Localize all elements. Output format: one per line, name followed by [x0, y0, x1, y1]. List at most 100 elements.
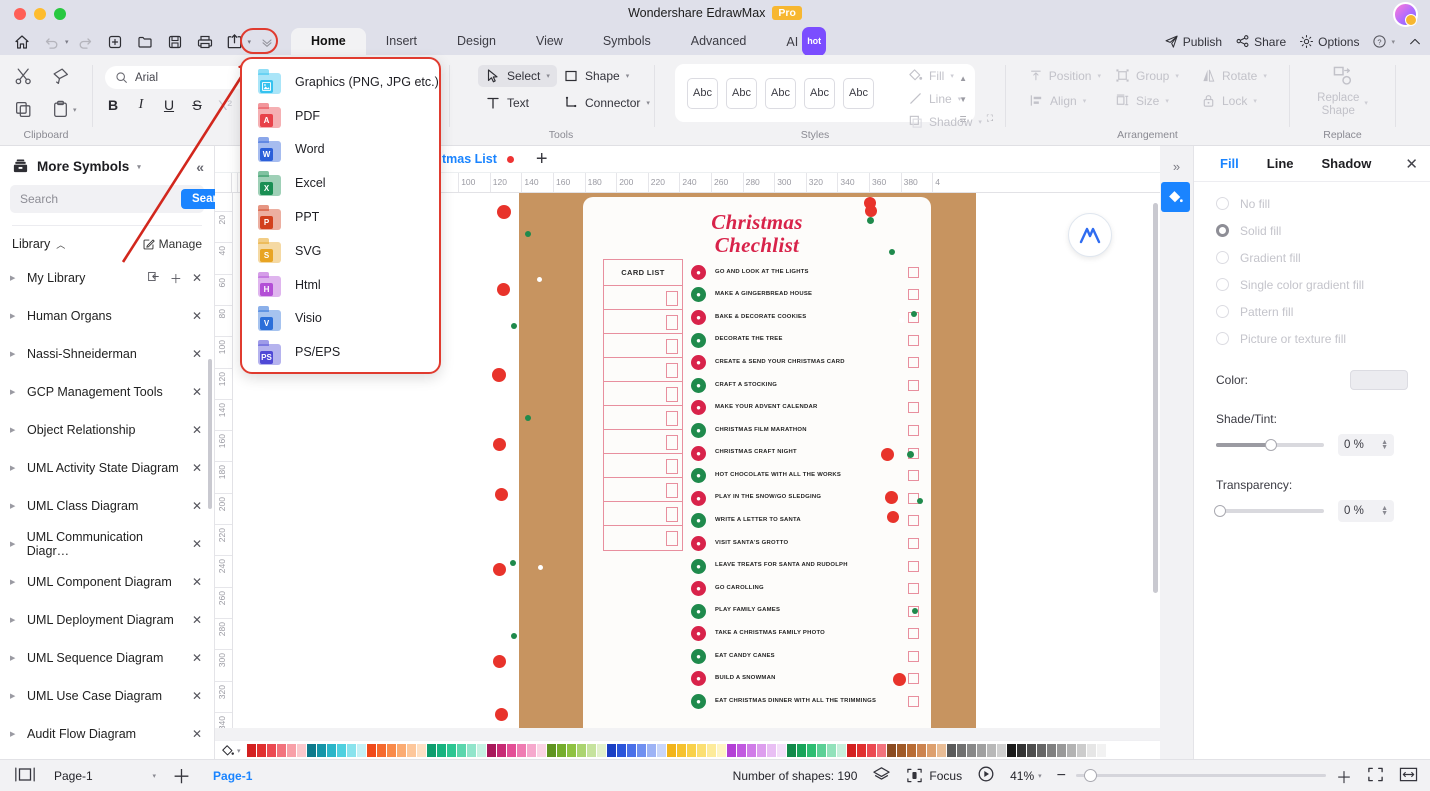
checklist-item-checkbox[interactable] — [908, 357, 919, 369]
palette-swatch[interactable] — [996, 744, 1006, 757]
shade-tint-slider-knob[interactable] — [1265, 439, 1277, 451]
transparency-slider[interactable] — [1214, 505, 1324, 517]
underline-button[interactable]: U — [161, 97, 177, 113]
sidebar-collapse-icon[interactable]: « — [196, 159, 204, 175]
palette-swatch[interactable] — [316, 744, 326, 757]
card-list-row[interactable] — [604, 358, 682, 382]
chevron-right-icon[interactable]: ▶ — [10, 464, 19, 472]
palette-swatch[interactable] — [886, 744, 896, 757]
export-menu-item[interactable]: W Word — [242, 133, 439, 167]
paste-icon[interactable]: ▾ — [51, 100, 77, 119]
checklist-item[interactable]: ● VISIT SANTA'S GROTTO — [691, 532, 919, 555]
connector-tool-caret[interactable]: ▾ — [646, 99, 650, 107]
palette-swatch[interactable] — [356, 744, 366, 757]
new-document-tab-button[interactable]: + — [528, 148, 556, 171]
close-library-icon[interactable]: ✕ — [192, 689, 202, 703]
palette-swatch[interactable] — [596, 744, 606, 757]
fill-option-solid-fill[interactable]: Solid fill — [1194, 217, 1430, 244]
connector-tool-button[interactable]: Connector ▾ — [556, 92, 657, 114]
style-preview[interactable]: Abc — [804, 77, 835, 109]
palette-swatch[interactable] — [576, 744, 586, 757]
checklist-item-checkbox[interactable] — [908, 266, 919, 278]
document-tab[interactable]: tmas List — [428, 146, 528, 173]
library-collapse-icon[interactable]: ︿ — [56, 238, 65, 251]
shape-tool-caret[interactable]: ▾ — [626, 72, 630, 80]
tab-advanced[interactable]: Advanced — [671, 28, 767, 55]
sidebar-item-uml-sequence-diagram[interactable]: ▶ UML Sequence Diagram ✕ — [0, 639, 214, 677]
select-tool-caret[interactable]: ▾ — [546, 72, 550, 80]
close-library-icon[interactable]: ✕ — [192, 423, 202, 437]
layers-icon[interactable] — [872, 765, 891, 787]
export-menu-item[interactable]: H Html — [242, 268, 439, 302]
sidebar-item-uml-communication-diagram[interactable]: ▶ UML Communication Diagr… ✕ — [0, 525, 214, 563]
palette-swatch[interactable] — [706, 744, 716, 757]
checklist-item[interactable]: ● CHRISTMAS FILM MARATHON — [691, 419, 919, 442]
sidebar-item-gcp-management-tools[interactable]: ▶ GCP Management Tools ✕ — [0, 373, 214, 411]
card-list-row[interactable] — [604, 382, 682, 406]
checklist-item-checkbox[interactable] — [908, 289, 919, 301]
palette-swatch[interactable] — [516, 744, 526, 757]
palette-swatch[interactable] — [546, 744, 556, 757]
align-caret[interactable]: ▾ — [1083, 97, 1087, 105]
card-list-row[interactable] — [604, 526, 682, 550]
group-button[interactable]: Group ▾ — [1108, 65, 1194, 86]
sidebar-header[interactable]: More Symbols ▾ « — [0, 146, 214, 185]
radio-pattern-fill[interactable] — [1216, 305, 1229, 318]
chevron-right-icon[interactable]: ▶ — [10, 274, 19, 282]
sidebar-item-audit-flow-diagram[interactable]: ▶ Audit Flow Diagram ✕ — [0, 715, 214, 753]
palette-fill-dropdown[interactable]: ▾ — [217, 744, 247, 758]
styles-expander[interactable]: ⛶ — [987, 113, 993, 124]
checklist-item[interactable]: ● TAKE A CHRISTMAS FAMILY PHOTO — [691, 623, 919, 646]
palette-swatch[interactable] — [496, 744, 506, 757]
tab-insert[interactable]: Insert — [366, 28, 437, 55]
canvas-vertical-scrollbar[interactable] — [1153, 203, 1158, 593]
expand-panel-icon[interactable]: » — [1160, 152, 1193, 180]
position-button[interactable]: Position ▾ — [1022, 65, 1108, 86]
checklist-item-checkbox[interactable] — [908, 560, 919, 572]
checklist-item[interactable]: ● DECORATE THE TREE — [691, 329, 919, 352]
palette-swatch[interactable] — [1016, 744, 1026, 757]
position-caret[interactable]: ▾ — [1097, 72, 1101, 80]
presentation-button[interactable] — [977, 765, 995, 786]
card-list-checkbox[interactable] — [666, 483, 678, 498]
sidebar-item-uml-deployment-diagram[interactable]: ▶ UML Deployment Diagram ✕ — [0, 601, 214, 639]
tab-fill[interactable]: Fill — [1206, 156, 1253, 171]
checklist-item-checkbox[interactable] — [908, 628, 919, 640]
palette-swatch[interactable] — [1066, 744, 1076, 757]
palette-swatch[interactable] — [736, 744, 746, 757]
tab-symbols[interactable]: Symbols — [583, 28, 671, 55]
palette-swatch[interactable] — [396, 744, 406, 757]
size-button[interactable]: Size ▾ — [1108, 90, 1194, 111]
style-preview[interactable]: Abc — [765, 77, 796, 109]
palette-swatch[interactable] — [676, 744, 686, 757]
palette-swatch[interactable] — [916, 744, 926, 757]
palette-swatch[interactable] — [336, 744, 346, 757]
palette-swatch[interactable] — [256, 744, 266, 757]
card-list-checkbox[interactable] — [666, 411, 678, 426]
transparency-stepper[interactable]: ▲ ▼ — [1381, 505, 1388, 517]
palette-swatch[interactable] — [696, 744, 706, 757]
sidebar-item-nassi-shneiderman[interactable]: ▶ Nassi-Shneiderman ✕ — [0, 335, 214, 373]
sidebar-item-uml-use-case-diagram[interactable]: ▶ UML Use Case Diagram ✕ — [0, 677, 214, 715]
palette-swatch[interactable] — [896, 744, 906, 757]
palette-swatch[interactable] — [716, 744, 726, 757]
close-library-icon[interactable]: ✕ — [192, 575, 202, 589]
palette-swatch[interactable] — [266, 744, 276, 757]
format-painter-icon[interactable] — [51, 67, 70, 86]
fit-page-button[interactable] — [1367, 766, 1384, 786]
sidebar-scrollbar[interactable] — [208, 359, 212, 509]
card-list-row[interactable] — [604, 454, 682, 478]
palette-swatch[interactable] — [986, 744, 996, 757]
checklist-item[interactable]: ● MAKE YOUR ADVENT CALENDAR — [691, 397, 919, 420]
fill-option-no-fill[interactable]: No fill — [1194, 190, 1430, 217]
export-menu-item[interactable]: A PDF — [242, 99, 439, 133]
fill-tool-strip-button[interactable] — [1161, 182, 1190, 212]
checklist-item-checkbox[interactable] — [908, 650, 919, 662]
shape-tool-button[interactable]: Shape ▾ — [556, 65, 657, 87]
palette-swatch[interactable] — [836, 744, 846, 757]
checklist-item[interactable]: ● EAT CHRISTMAS DINNER WITH ALL THE TRIMM… — [691, 690, 919, 713]
tab-shadow[interactable]: Shadow — [1308, 156, 1386, 171]
palette-swatch[interactable] — [306, 744, 316, 757]
palette-swatch[interactable] — [426, 744, 436, 757]
select-tool-button[interactable]: Select ▾ — [478, 65, 557, 87]
